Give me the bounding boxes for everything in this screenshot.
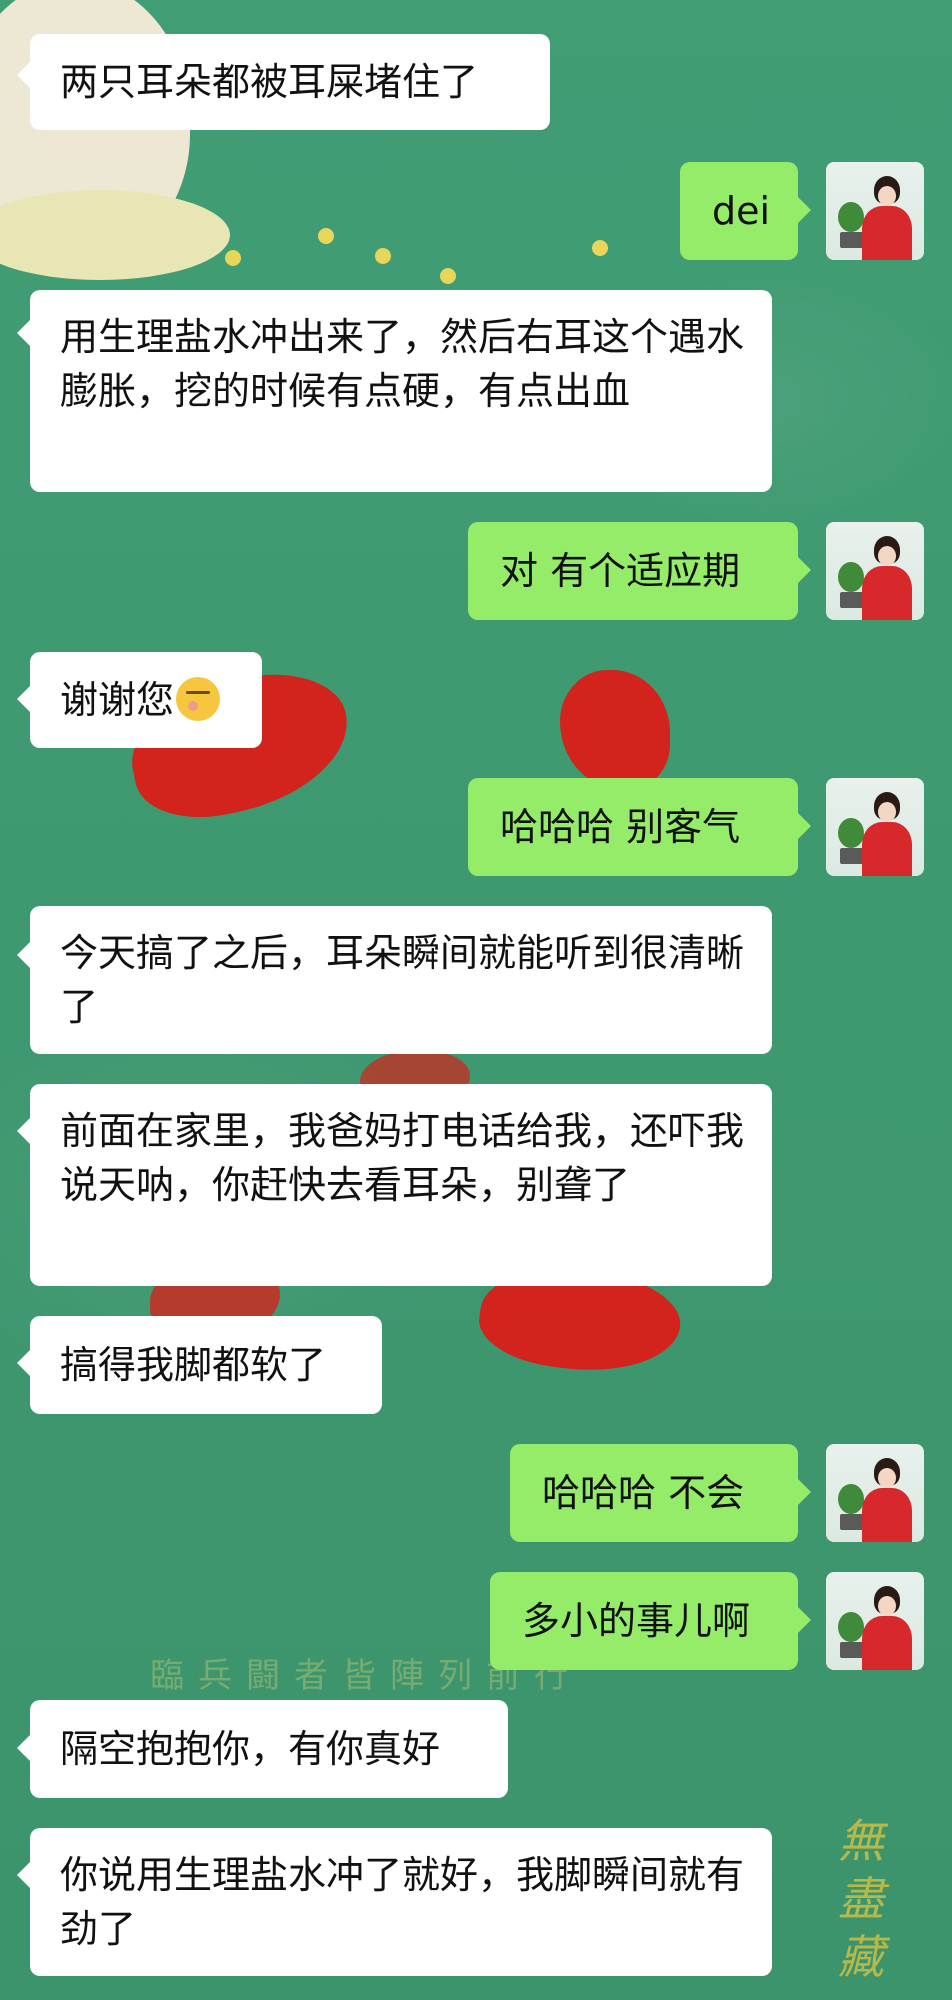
bubble-tail <box>17 686 30 712</box>
incoming-message-bubble[interactable]: 隔空抱抱你，有你真好 <box>30 1700 508 1798</box>
incoming-message-bubble[interactable]: 前面在家里，我爸妈打电话给我，还吓我说天呐，你赶快去看耳朵，别聋了 <box>30 1084 772 1286</box>
message-text: 今天搞了之后，耳朵瞬间就能听到很清晰了 <box>60 931 745 1029</box>
bubble-tail <box>798 1479 811 1505</box>
user-avatar[interactable] <box>826 522 924 620</box>
message-text: 两只耳朵都被耳屎堵住了 <box>60 60 479 104</box>
outgoing-message-bubble[interactable]: 对 有个适应期 <box>468 522 798 620</box>
user-avatar[interactable] <box>826 162 924 260</box>
incoming-message-bubble[interactable]: 用生理盐水冲出来了，然后右耳这个遇水膨胀，挖的时候有点硬，有点出血 <box>30 290 772 492</box>
bubble-tail <box>17 320 30 346</box>
outgoing-message-bubble[interactable]: dei <box>680 162 798 260</box>
message-text: 用生理盐水冲出来了，然后右耳这个遇水膨胀，挖的时候有点硬，有点出血 <box>60 315 745 413</box>
incoming-message-bubble[interactable]: 谢谢您 <box>30 652 262 748</box>
bubble-tail <box>17 1735 30 1761</box>
bubble-tail <box>17 1862 30 1888</box>
message-text: 搞得我脚都软了 <box>60 1343 327 1387</box>
message-text: 对 有个适应期 <box>500 549 741 593</box>
message-text: 哈哈哈 不会 <box>542 1471 745 1515</box>
message-text: 哈哈哈 别客气 <box>500 805 741 849</box>
outgoing-message-bubble[interactable]: 多小的事儿啊 <box>490 1572 798 1670</box>
bubble-tail <box>17 1350 30 1376</box>
message-text: 多小的事儿啊 <box>522 1599 751 1643</box>
kissing-face-icon <box>176 677 221 721</box>
message-list: 两只耳朵都被耳屎堵住了 dei 用生理盐水冲出来了，然后右耳这个遇水膨胀，挖的时… <box>0 0 952 2000</box>
bubble-tail <box>798 557 811 583</box>
message-text: 你说用生理盐水冲了就好，我脚瞬间就有劲了 <box>60 1853 745 1951</box>
message-text: 谢谢您 <box>60 678 175 722</box>
outgoing-message-bubble[interactable]: 哈哈哈 不会 <box>510 1444 798 1542</box>
bubble-tail <box>17 942 30 968</box>
user-avatar[interactable] <box>826 778 924 876</box>
incoming-message-bubble[interactable]: 今天搞了之后，耳朵瞬间就能听到很清晰了 <box>30 906 772 1054</box>
message-text: 隔空抱抱你，有你真好 <box>60 1727 441 1771</box>
bubble-tail <box>798 1607 811 1633</box>
bubble-tail <box>798 813 811 839</box>
outgoing-message-bubble[interactable]: 哈哈哈 别客气 <box>468 778 798 876</box>
incoming-message-bubble[interactable]: 两只耳朵都被耳屎堵住了 <box>30 34 550 130</box>
message-text: dei <box>712 189 771 233</box>
bubble-tail <box>17 62 30 88</box>
incoming-message-bubble[interactable]: 你说用生理盐水冲了就好，我脚瞬间就有劲了 <box>30 1828 772 1976</box>
incoming-message-bubble[interactable]: 搞得我脚都软了 <box>30 1316 382 1414</box>
user-avatar[interactable] <box>826 1444 924 1542</box>
bubble-tail <box>17 1118 30 1144</box>
bubble-tail <box>798 197 811 223</box>
message-text: 前面在家里，我爸妈打电话给我，还吓我说天呐，你赶快去看耳朵，别聋了 <box>60 1109 745 1207</box>
user-avatar[interactable] <box>826 1572 924 1670</box>
